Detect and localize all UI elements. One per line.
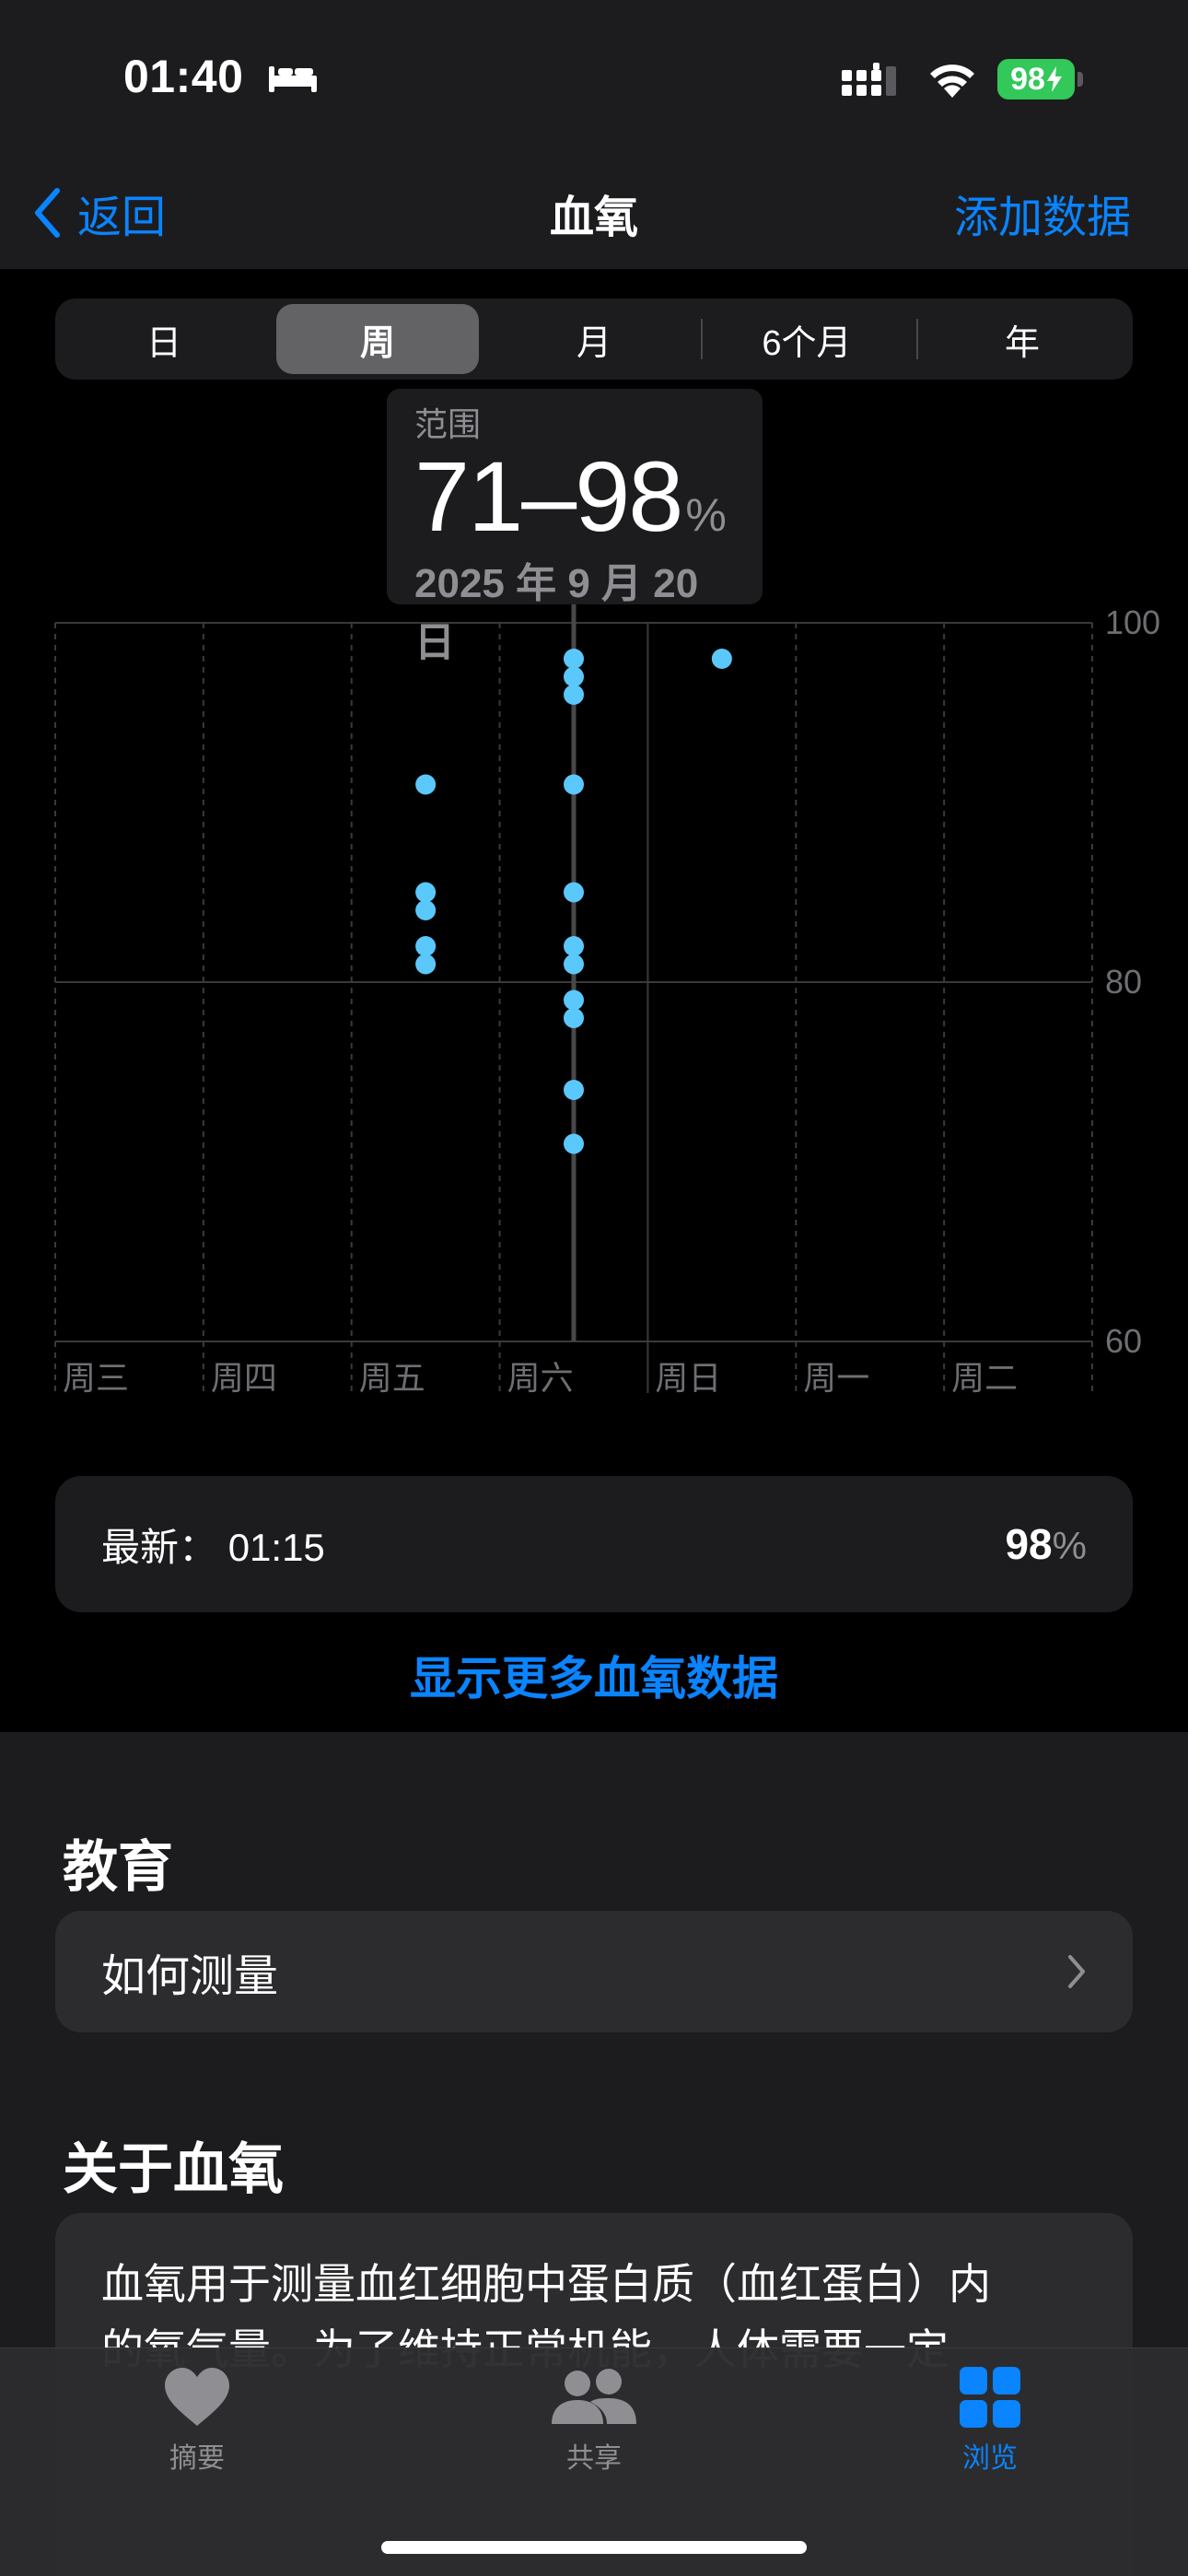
chevron-right-icon xyxy=(1068,1955,1085,1988)
data-point xyxy=(564,936,584,956)
data-point xyxy=(564,1080,584,1100)
tab-browse[interactable]: 浏览 xyxy=(879,2367,1101,2476)
data-point xyxy=(564,882,584,903)
x-tick-label: 周一 xyxy=(803,1359,869,1397)
education-heading: 教育 xyxy=(63,1836,173,1898)
latest-reading-card[interactable]: 最新： 01:15 98% xyxy=(55,1476,1133,1612)
how-to-measure-row[interactable]: 如何测量 xyxy=(55,1911,1133,2032)
heart-icon xyxy=(165,2368,229,2426)
latest-time: 01:15 xyxy=(227,1525,325,1569)
tooltip-unit: % xyxy=(685,489,727,541)
latest-value-group: 98% xyxy=(1005,1519,1087,1569)
about-heading: 关于血氧 xyxy=(63,2138,284,2200)
show-more-data-link[interactable]: 显示更多血氧数据 xyxy=(0,1642,1188,1708)
x-tick-label: 周四 xyxy=(211,1359,277,1397)
y-tick-label: 100 xyxy=(1105,603,1160,641)
latest-value: 98 xyxy=(1005,1520,1053,1568)
data-point xyxy=(564,774,584,795)
x-tick-label: 周六 xyxy=(507,1359,574,1397)
x-tick-label: 周二 xyxy=(951,1359,1018,1397)
about-text-line: 血氧用于测量血红细胞中蛋白质（血红蛋白）内 xyxy=(101,2260,991,2308)
y-tick-label: 80 xyxy=(1105,963,1142,1001)
tooltip-date: 2025 年 9 月 20 日 xyxy=(414,561,699,666)
y-tick-label: 60 xyxy=(1105,1322,1142,1360)
data-point xyxy=(415,954,437,975)
tooltip-range: 71–98 xyxy=(414,440,683,552)
blood-oxygen-chart[interactable]: 100 80 60 周三 周四 周五 周六 周日 周一 周二 xyxy=(0,0,1188,1437)
tab-sharing[interactable]: 共享 xyxy=(483,2367,705,2476)
tooltip-label: 范围 xyxy=(414,405,482,443)
tab-sharing-label: 共享 xyxy=(566,2443,622,2474)
data-point xyxy=(564,1008,584,1028)
data-point xyxy=(415,774,437,795)
range-tooltip: 范围 71–98% 2025 年 9 月 20 日 xyxy=(387,389,763,665)
tab-summary[interactable]: 摘要 xyxy=(87,2367,308,2476)
data-point xyxy=(564,685,584,705)
home-indicator[interactable] xyxy=(381,2541,807,2554)
tooltip-value: 71–98% xyxy=(414,444,735,548)
data-point xyxy=(564,989,584,1011)
how-to-measure-label: 如何测量 xyxy=(101,1952,279,2001)
tab-browse-label: 浏览 xyxy=(962,2443,1018,2474)
latest-unit: % xyxy=(1052,1524,1087,1567)
data-point xyxy=(564,954,584,975)
grid-icon xyxy=(960,2367,1020,2428)
data-point xyxy=(415,882,437,903)
tab-summary-label: 摘要 xyxy=(169,2443,225,2474)
data-point xyxy=(415,900,437,920)
x-tick-label: 周日 xyxy=(655,1359,721,1397)
people-icon xyxy=(552,2369,636,2424)
latest-label-group: 最新： 01:15 xyxy=(101,1516,325,1573)
blood-oxygen-screen: 01:40 98 返回 血氧 添加数据 日 周 月 6个月 年 100 80 6… xyxy=(0,0,1188,2576)
data-point xyxy=(564,666,584,687)
x-tick-label: 周五 xyxy=(359,1359,425,1397)
data-point xyxy=(415,936,437,956)
data-point xyxy=(564,1133,584,1154)
x-tick-label: 周三 xyxy=(63,1359,129,1397)
latest-label: 最新： xyxy=(101,1525,218,1569)
